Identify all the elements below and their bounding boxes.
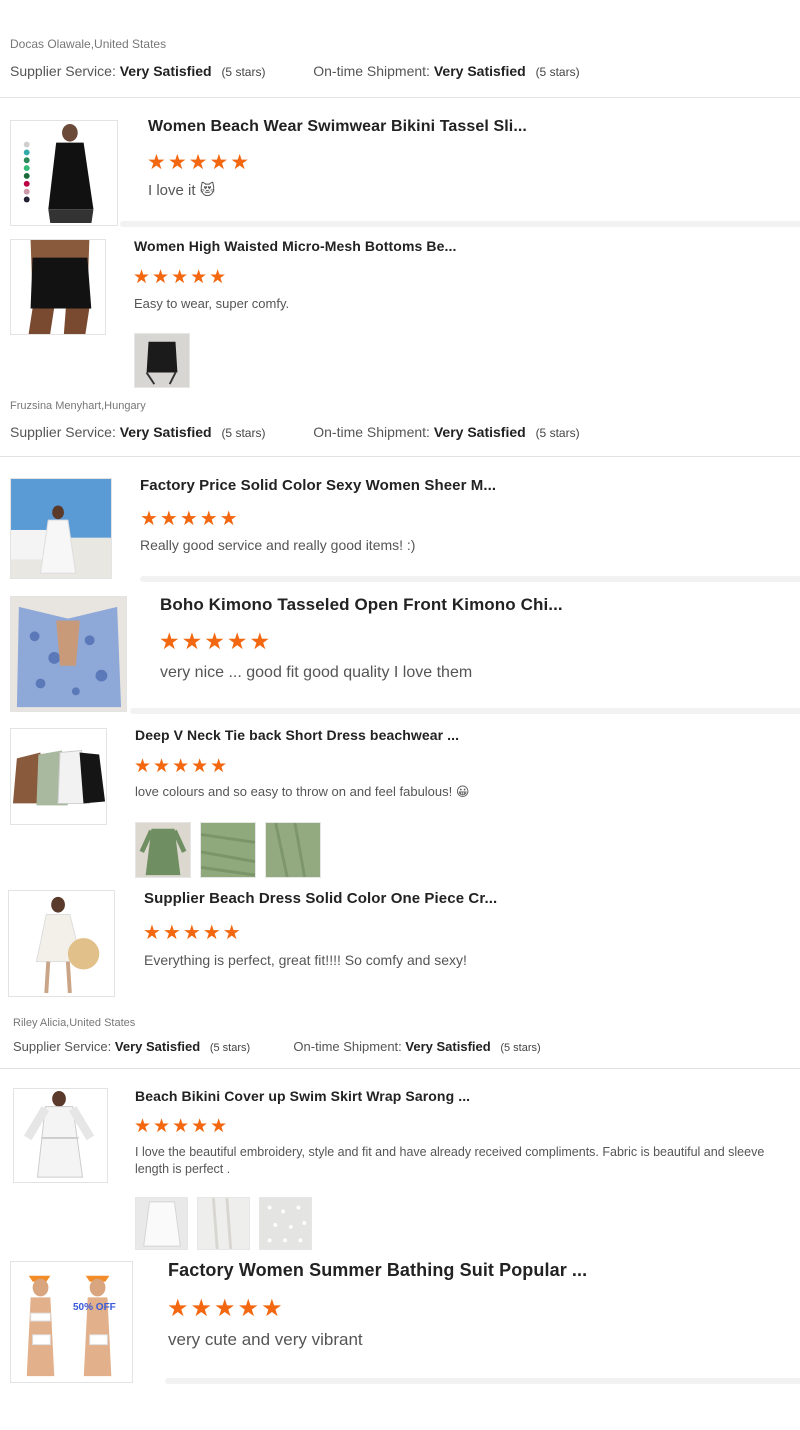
supplier-service-stars: (5 stars): [221, 65, 266, 79]
white-robe-image: [14, 1089, 107, 1182]
black-tassel-dress-image: [11, 121, 117, 225]
white-lace-photo: [260, 1198, 311, 1249]
reviewer-name: Riley Alicia,United States: [13, 1017, 136, 1029]
seller-ratings: Supplier Service: Very Satisfied (5 star…: [10, 424, 580, 440]
seller-ratings: Supplier Service: Very Satisfied (5 star…: [13, 1039, 541, 1054]
review-photo[interactable]: [197, 1197, 250, 1250]
shipment-stars: (5 stars): [535, 65, 580, 79]
group-divider: [0, 97, 800, 98]
green-fabric-closeup-photo: [266, 823, 320, 877]
shipment-label: On-time Shipment:: [293, 1039, 402, 1054]
dress-colors-image: [11, 729, 106, 824]
star-rating: ★★★★★: [143, 922, 243, 944]
green-dress-photo: [136, 823, 190, 877]
supplier-service-label: Supplier Service:: [13, 1039, 112, 1054]
review-comment: Easy to wear, super comfy.: [134, 296, 290, 311]
review-photo[interactable]: [135, 1197, 188, 1250]
supplier-service-value: Very Satisfied: [119, 424, 212, 440]
review-photo[interactable]: [265, 822, 321, 878]
white-coverup-beach-image: [11, 479, 111, 578]
shipment-value: Very Satisfied: [405, 1039, 491, 1054]
green-fabric-photo: [201, 823, 255, 877]
mesh-skirt-photo: [135, 334, 189, 387]
item-divider: [140, 576, 800, 582]
supplier-service-label: Supplier Service:: [10, 63, 116, 79]
supplier-service-value: Very Satisfied: [119, 63, 212, 79]
white-fabric-photo: [198, 1198, 249, 1249]
item-divider: [130, 708, 800, 714]
product-thumbnail[interactable]: [10, 478, 112, 579]
shipment-label: On-time Shipment:: [313, 63, 430, 79]
shipment-value: Very Satisfied: [433, 424, 526, 440]
review-photo[interactable]: [135, 822, 191, 878]
star-rating: ★★★★★: [167, 1295, 285, 1322]
discount-badge: 50% OFF: [73, 1302, 116, 1313]
star-rating: ★★★★★: [147, 151, 252, 174]
shipment-value: Very Satisfied: [433, 63, 526, 79]
group-divider: [0, 1068, 800, 1069]
review-comment: I love it 😻: [148, 182, 216, 199]
supplier-service-value: Very Satisfied: [114, 1039, 201, 1054]
product-title[interactable]: Factory Price Solid Color Sexy Women She…: [140, 477, 496, 494]
blue-kimono-image: [11, 597, 126, 711]
supplier-service-label: Supplier Service:: [10, 424, 116, 440]
product-thumbnail[interactable]: [10, 239, 106, 335]
product-thumbnail[interactable]: 50% OFF: [10, 1261, 133, 1383]
product-thumbnail[interactable]: [10, 120, 118, 226]
review-photo[interactable]: [259, 1197, 312, 1250]
product-title[interactable]: Beach Bikini Cover up Swim Skirt Wrap Sa…: [135, 1088, 470, 1104]
mesh-skirt-image: [11, 240, 105, 334]
product-title[interactable]: Women Beach Wear Swimwear Bikini Tassel …: [148, 118, 527, 136]
product-thumbnail[interactable]: [8, 890, 115, 997]
review-comment: Really good service and really good item…: [140, 537, 416, 553]
star-rating: ★★★★★: [134, 756, 230, 777]
item-divider: [120, 221, 800, 227]
bikini-models-image: [11, 1262, 132, 1382]
product-thumbnail[interactable]: [13, 1088, 108, 1183]
product-title[interactable]: Boho Kimono Tasseled Open Front Kimono C…: [160, 595, 563, 615]
seller-ratings: Supplier Service: Very Satisfied (5 star…: [10, 63, 580, 79]
product-title[interactable]: Supplier Beach Dress Solid Color One Pie…: [144, 890, 497, 907]
review-comment: I love the beautiful embroidery, style a…: [135, 1145, 765, 1176]
product-title[interactable]: Women High Waisted Micro-Mesh Bottoms Be…: [134, 238, 456, 254]
review-photo[interactable]: [134, 333, 190, 388]
shipment-label: On-time Shipment:: [313, 424, 430, 440]
review-comment: love colours and so easy to throw on and…: [135, 784, 470, 799]
review-comment: very nice ... good fit good quality I lo…: [160, 664, 473, 681]
product-thumbnail[interactable]: [10, 728, 107, 825]
product-title[interactable]: Deep V Neck Tie back Short Dress beachwe…: [135, 727, 459, 743]
product-thumbnail[interactable]: [10, 596, 127, 712]
star-rating: ★★★★★: [140, 508, 240, 530]
supplier-service-stars: (5 stars): [221, 426, 266, 440]
supplier-service-stars: (5 stars): [209, 1042, 251, 1054]
star-rating: ★★★★★: [134, 1116, 230, 1137]
review-photo[interactable]: [200, 822, 256, 878]
reviewer-name: Docas Olawale,United States: [10, 37, 167, 51]
star-rating: ★★★★★: [133, 267, 229, 288]
reviewer-name: Fruzsina Menyhart,Hungary: [10, 400, 146, 412]
star-rating: ★★★★★: [159, 628, 273, 654]
review-comment: very cute and very vibrant: [168, 1330, 363, 1349]
review-comment: Everything is perfect, great fit!!!! So …: [144, 952, 467, 968]
shipment-stars: (5 stars): [500, 1042, 541, 1054]
product-title[interactable]: Factory Women Summer Bathing Suit Popula…: [168, 1260, 587, 1281]
item-divider: [165, 1378, 800, 1384]
shipment-stars: (5 stars): [535, 426, 580, 440]
white-robe-photo: [136, 1198, 187, 1249]
white-crochet-dress-image: [9, 891, 114, 996]
group-divider: [0, 456, 800, 457]
